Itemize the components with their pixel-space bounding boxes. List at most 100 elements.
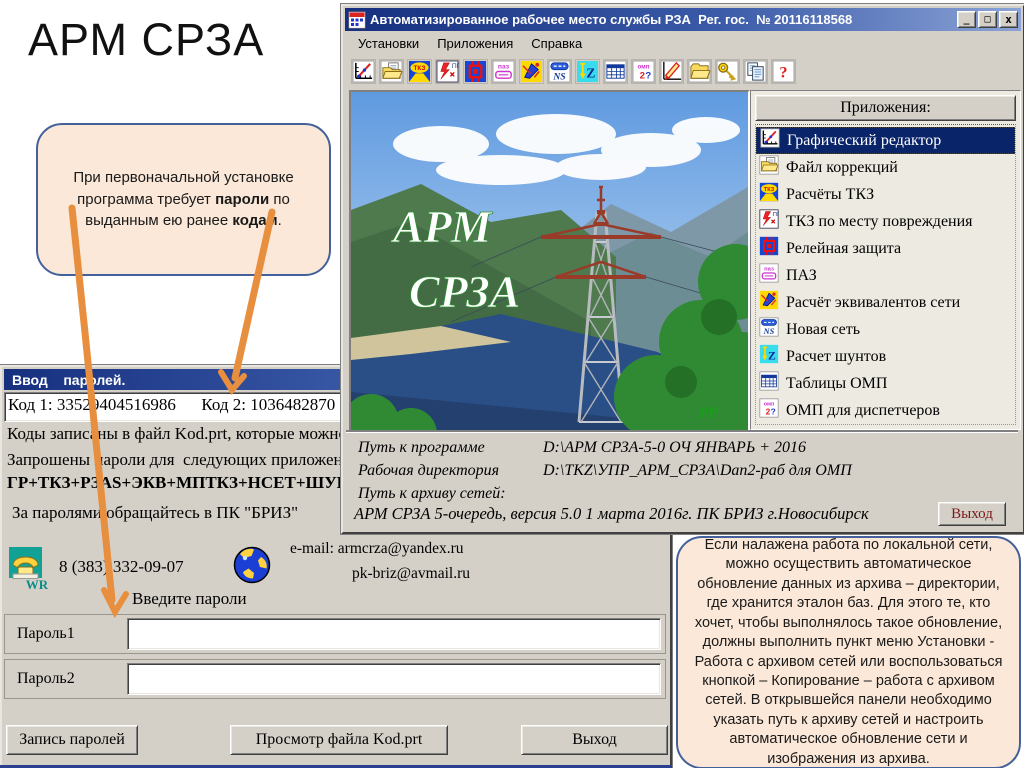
app-item-label: Расчёты ТКЗ (786, 186, 874, 204)
menu-item-2[interactable]: Справка (524, 34, 589, 53)
main-window: Автоматизированное рабочее место службы … (341, 4, 1024, 534)
page-title: АРМ СРЗА (28, 14, 264, 66)
photo-overlay-srza: СРЗА (409, 266, 520, 317)
shunt-icon: Z (759, 344, 779, 369)
minimize-button[interactable]: _ (957, 11, 976, 28)
app-item-tkz-fault[interactable]: ПП ТКЗ по месту повреждения (756, 208, 1015, 235)
maximize-button[interactable]: □ (978, 11, 997, 28)
app-item-relay[interactable]: Релейная защита (756, 235, 1015, 262)
callout-passwords-note: При первоначальной установке программа т… (36, 123, 331, 276)
app-item-new-network[interactable]: NSНовая сеть (756, 316, 1015, 343)
callout-network-note: Если налажена работа по локальной сети, … (676, 536, 1021, 768)
relay-icon (759, 236, 779, 261)
app-item-label: Релейная защита (786, 240, 901, 258)
tkz-fault-icon: ПП (759, 209, 779, 234)
main-titlebar[interactable]: Автоматизированное рабочее место службы … (345, 8, 1021, 31)
tkz-fault-toolbar-button[interactable]: ПП (435, 59, 460, 84)
help-toolbar-button[interactable]: ? (771, 59, 796, 84)
tkz-toolbar-button[interactable]: ТКЗ (407, 59, 432, 84)
svg-text:омп: омп (637, 64, 649, 71)
splash-photo: АРМ СРЗА РР (349, 90, 750, 432)
password-input-1[interactable] (127, 618, 661, 650)
omp-table-toolbar-button[interactable] (603, 59, 628, 84)
password-label-2: Пароль2 (5, 660, 127, 698)
password-row-2: Пароль2 (4, 659, 666, 699)
equivalents-toolbar-button[interactable] (519, 59, 544, 84)
menu-item-1[interactable]: Приложения (430, 34, 520, 53)
main-exit-button[interactable]: Выход (938, 502, 1006, 526)
email-primary: e-mail: armcrza@yandex.ru (290, 540, 464, 558)
applications-panel: Приложения: Графический редактор Файл кор… (750, 90, 1021, 430)
callout-network-text: Если налажена работа по локальной сети, … (686, 536, 1011, 768)
info-label: Рабочая директория (358, 462, 543, 480)
file-corrections-toolbar-button[interactable] (379, 59, 404, 84)
email-secondary: pk-briz@avmail.ru (352, 565, 470, 583)
shunt-toolbar-button[interactable]: Z (575, 59, 600, 84)
photo-overlay-arm: АРМ (390, 201, 494, 252)
app-item-label: Файл коррекций (786, 159, 898, 177)
enter-passwords-prompt: Введите пароли (132, 589, 247, 609)
app-item-label: Графический редактор (787, 132, 941, 150)
app-item-file-corrections[interactable]: Файл коррекций (756, 154, 1015, 181)
svg-text:ПП: ПП (452, 63, 459, 70)
svg-text:ТКЗ: ТКЗ (414, 65, 426, 72)
app-item-tkz[interactable]: ТКЗРасчёты ТКЗ (756, 181, 1015, 208)
svg-text:Z: Z (586, 66, 595, 81)
paz-toolbar-button[interactable]: паз (491, 59, 516, 84)
close-button[interactable]: x (999, 11, 1018, 28)
app-item-label: ОМП для диспетчеров (786, 402, 940, 420)
copy-toolbar-button[interactable] (743, 59, 768, 84)
app-item-shunt[interactable]: ZРасчет шунтов (756, 343, 1015, 370)
password-row-1: Пароль1 (4, 614, 666, 654)
new-network-toolbar-button[interactable]: NS (547, 59, 572, 84)
graph-pen-toolbar-button[interactable] (659, 59, 684, 84)
slide-page: АРМ СРЗА Ввод паролей. Код 1: 3352940451… (0, 0, 1024, 768)
info-value: D:\АРМ СРЗА-5-0 ОЧ ЯНВАРЬ + 2016 (543, 439, 806, 456)
svg-text:?: ? (779, 63, 787, 82)
app-item-omp-dispatch[interactable]: омп2? ОМП для диспетчеров (756, 397, 1015, 424)
app-item-omp-table[interactable]: Таблицы ОМП (756, 370, 1015, 397)
omp-dispatch-toolbar-button[interactable]: омп2? (631, 59, 656, 84)
landscape-photo-art: АРМ СРЗА РР (351, 92, 748, 430)
info-row-0: Путь к программеD:\АРМ СРЗА-5-0 ОЧ ЯНВАР… (358, 439, 806, 457)
svg-text:2: 2 (640, 71, 645, 82)
info-label: Путь к программе (358, 439, 543, 457)
svg-text:NS: NS (552, 72, 565, 83)
key-toolbar-button[interactable] (715, 59, 740, 84)
view-kod-file-button[interactable]: Просмотр файла Kod.prt (230, 725, 448, 755)
app-item-paz[interactable]: паз ПАЗ (756, 262, 1015, 289)
dialog-exit-button[interactable]: Выход (521, 725, 668, 755)
svg-text:?: ? (645, 71, 651, 82)
save-passwords-button[interactable]: Запись паролей (6, 725, 138, 755)
info-row-2: Путь к архиву сетей: (358, 485, 543, 503)
info-row-1: Рабочая директорияD:\TKZ\УПР_АРМ_СРЗА\Da… (358, 462, 852, 480)
callout-text: . (278, 212, 282, 229)
password-input-2[interactable] (127, 663, 661, 695)
app-item-label: ТКЗ по месту повреждения (786, 213, 973, 231)
request-text: Запрошены пароли для следующих приложени… (7, 450, 361, 470)
menu-bar: УстановкиПриложенияСправка (345, 33, 1021, 54)
app-item-graph-editor[interactable]: Графический редактор (756, 127, 1015, 154)
app-logo-icon (348, 11, 366, 29)
new-network-icon: NS (759, 317, 779, 342)
app-item-label: ПАЗ (786, 267, 817, 285)
version-line: АРМ СРЗА 5-очередь, версия 5.0 1 марта 2… (354, 504, 869, 524)
svg-text:паз: паз (764, 267, 774, 273)
phone-wr-icon: WR (8, 546, 52, 590)
contact-text: За паролями обращайтесь в ПК "БРИЗ" (12, 503, 298, 523)
folder-toolbar-button[interactable] (687, 59, 712, 84)
password-label-1: Пароль1 (5, 615, 127, 653)
photo-watermark: РР (699, 405, 718, 421)
applications-header: Приложения: (755, 95, 1016, 121)
callout-bold-term: кодам (232, 212, 277, 229)
password-dialog-title: Ввод паролей. (12, 372, 125, 388)
menu-item-0[interactable]: Установки (351, 34, 426, 53)
svg-text:Z: Z (768, 349, 776, 362)
graph-editor-icon (760, 128, 780, 153)
toolbar: ТКЗ ПП паз NS Zомп2?? (345, 55, 1021, 88)
graph-editor-toolbar-button[interactable] (351, 59, 376, 84)
app-item-equivalents[interactable]: Расчёт эквивалентов сети (756, 289, 1015, 316)
relay-toolbar-button[interactable] (463, 59, 488, 84)
svg-text:ПП: ПП (773, 212, 779, 218)
omp-dispatch-icon: омп2? (759, 398, 779, 423)
